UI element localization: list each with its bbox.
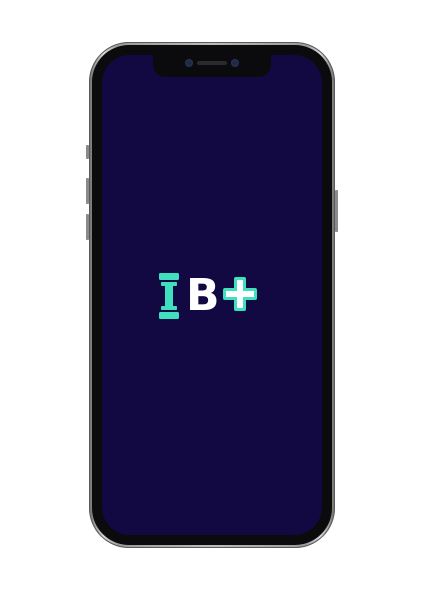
face-sensor-icon	[232, 60, 238, 66]
splash-screen: B	[102, 55, 322, 535]
earpiece-speaker	[197, 61, 227, 65]
dumbbell-icon	[159, 273, 179, 319]
front-camera-icon	[186, 60, 192, 66]
app-logo: B	[158, 266, 278, 326]
power-button	[335, 190, 338, 232]
logo-letter: B	[186, 270, 220, 321]
device-mockup: B	[0, 0, 424, 600]
phone-bezel: B	[92, 45, 332, 545]
phone-frame: B	[89, 42, 335, 548]
notch	[153, 55, 271, 77]
plus-icon	[222, 277, 257, 311]
